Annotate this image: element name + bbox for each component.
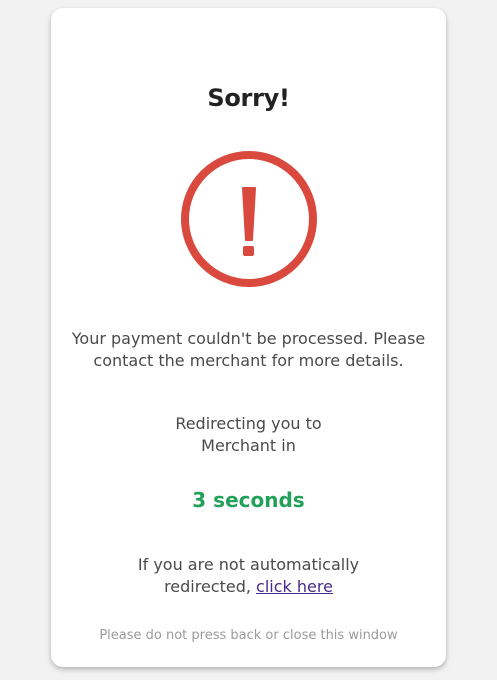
error-message-line-1: Your payment couldn't be processed. Plea… xyxy=(71,329,426,348)
manual-redirect-prefix: redirected, xyxy=(164,577,257,596)
manual-redirect-line-1: If you are not automatically xyxy=(137,555,360,574)
error-message: Your payment couldn't be processed. Plea… xyxy=(61,328,436,372)
exclamation-circle-icon xyxy=(181,151,317,287)
payment-failed-card: Sorry! Your payment couldn't be processe… xyxy=(51,8,446,667)
page-title: Sorry! xyxy=(207,84,290,112)
redirect-notice-line-2: Merchant in xyxy=(201,436,296,455)
manual-redirect-notice: If you are not automatically redirected,… xyxy=(51,554,446,598)
redirect-countdown: 3 seconds xyxy=(192,488,305,512)
redirect-notice: Redirecting you to Merchant in xyxy=(51,413,446,457)
do-not-close-warning: Please do not press back or close this w… xyxy=(99,628,398,643)
manual-redirect-line-2: redirected, click here xyxy=(51,576,446,598)
error-message-line-2: contact the merchant for more details. xyxy=(93,351,404,370)
click-here-link[interactable]: click here xyxy=(256,577,333,596)
redirect-notice-line-1: Redirecting you to xyxy=(175,414,322,433)
